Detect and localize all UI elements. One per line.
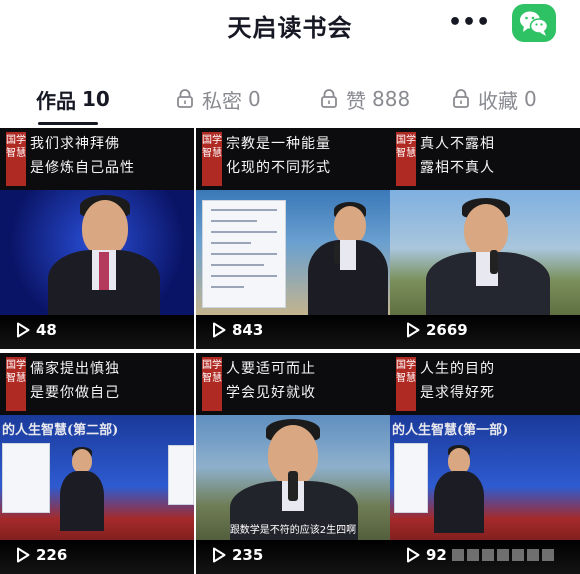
play-count: 2669 [406,321,468,339]
play-count-value: 843 [232,321,264,339]
play-count-value: 2669 [426,321,468,339]
play-count: 226 [16,546,67,564]
tab-label: 收藏 [478,88,518,113]
tab-works[interactable]: 作品 10 [36,85,110,113]
tab-label: 作品 [36,88,76,113]
video-caption: 人要适可而止 学会见好就收 [226,357,384,405]
play-icon [17,547,30,563]
category-badge: 国学智慧 [6,132,26,186]
page-title: 天启读书会 [227,14,353,42]
watermark [452,540,570,570]
caption-line: 人要适可而止 [226,361,316,377]
caption-line: 学会见好就收 [226,385,316,401]
tab-label: 私密 [202,88,242,113]
video-caption: 宗教是一种能量 化现的不同形式 [226,132,384,180]
play-count-value: 226 [36,546,68,564]
lock-icon [177,89,193,108]
caption-line: 露相不真人 [420,160,495,176]
caption-banner: 国学智慧 儒家提出慎独 是要你做自己 [0,353,194,415]
video-scene [196,190,390,320]
video-scene: 的人生智慧(第二部) [0,415,194,545]
tab-count: 0 [524,87,537,111]
backdrop-title: 的人生智慧(第二部) [2,423,119,438]
play-count: 235 [212,546,263,564]
more-dots-icon[interactable]: ••• [448,10,490,36]
play-icon [407,547,420,563]
tab-likes[interactable]: 赞 888 [320,85,410,113]
tab-count: 0 [248,87,261,111]
lock-icon [453,89,469,108]
video-caption: 儒家提出慎独 是要你做自己 [30,357,188,405]
caption-line: 我们求神拜佛 [30,136,120,152]
video-grid: 国学智慧 我们求神拜佛 是修炼自己品性 48 国学智慧 宗教是一种能量 化现的不… [0,128,580,574]
caption-banner: 国学智慧 人要适可而止 学会见好就收 [196,353,390,415]
caption-banner: 国学智慧 真人不露相 露相不真人 [390,128,580,190]
video-subtitle: 跟数学是不符的应该2生四啊 [229,525,357,536]
caption-line: 是修炼自己品性 [30,160,135,176]
play-icon [407,322,420,338]
video-thumbnail[interactable]: 国学智慧 人要适可而止 学会见好就收 跟数学是不符的应该2生四啊 235 [196,353,390,574]
tab-private[interactable]: 私密 0 [176,85,261,113]
video-scene [390,190,580,322]
caption-banner: 国学智慧 我们求神拜佛 是修炼自己品性 [0,128,194,190]
category-badge: 国学智慧 [6,357,26,411]
caption-line: 儒家提出慎独 [30,361,120,377]
backdrop-title: 的人生智慧(第一部) [392,423,509,438]
active-tab-indicator [38,122,98,125]
video-scene [0,190,194,322]
category-badge: 国学智慧 [202,357,222,411]
tab-count: 888 [372,87,411,111]
play-count-value: 48 [36,321,57,339]
tab-count: 10 [82,87,110,111]
profile-header: 天启读书会 ••• [0,0,580,60]
video-caption: 真人不露相 露相不真人 [420,132,578,180]
caption-line: 真人不露相 [420,136,495,152]
wechat-icon [520,11,549,36]
caption-line: 化现的不同形式 [226,160,331,176]
caption-line: 是要你做自己 [30,385,120,401]
play-count: 843 [212,321,263,339]
tab-label: 赞 [346,88,366,113]
play-count-value: 235 [232,546,264,564]
play-count-value: 92 [426,546,447,564]
play-icon [213,322,226,338]
play-icon [17,322,30,338]
category-badge: 国学智慧 [396,132,416,186]
video-caption: 我们求神拜佛 是修炼自己品性 [30,132,188,180]
wechat-share-button[interactable] [512,4,556,42]
play-count: 48 [16,321,57,339]
video-scene: 的人生智慧(第一部) [390,415,580,545]
caption-line: 宗教是一种能量 [226,136,331,152]
caption-banner: 国学智慧 人生的目的 是求得好死 [390,353,580,415]
lock-icon [321,89,337,108]
caption-banner: 国学智慧 宗教是一种能量 化现的不同形式 [196,128,390,190]
category-badge: 国学智慧 [202,132,222,186]
profile-tabs: 作品 10 私密 0 赞 888 收藏 0 [0,75,580,127]
video-caption: 人生的目的 是求得好死 [420,357,578,405]
video-thumbnail[interactable]: 国学智慧 宗教是一种能量 化现的不同形式 843 [196,128,390,349]
caption-line: 是求得好死 [420,385,495,401]
play-icon [213,547,226,563]
video-thumbnail[interactable]: 国学智慧 真人不露相 露相不真人 2669 [390,128,580,349]
video-thumbnail[interactable]: 国学智慧 我们求神拜佛 是修炼自己品性 48 [0,128,194,349]
video-thumbnail[interactable]: 国学智慧 儒家提出慎独 是要你做自己 的人生智慧(第二部) 226 [0,353,194,574]
caption-line: 人生的目的 [420,361,495,377]
play-count: 92 [406,546,447,564]
category-badge: 国学智慧 [396,357,416,411]
tab-favorites[interactable]: 收藏 0 [452,85,537,113]
